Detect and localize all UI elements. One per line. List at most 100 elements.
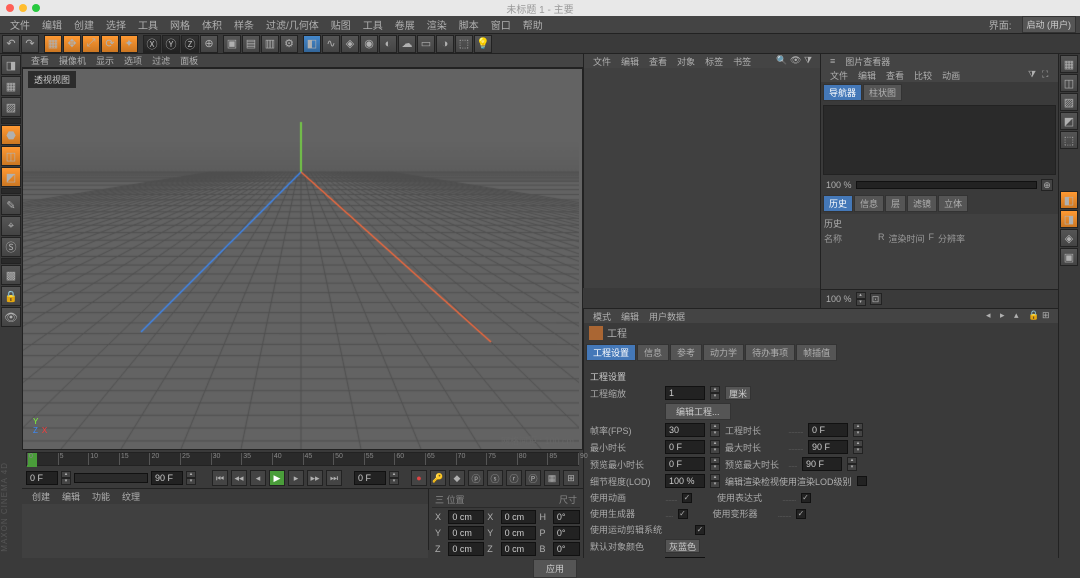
render-settings[interactable]: ⚙ xyxy=(280,35,298,53)
attr-tab-todo[interactable]: 待办事项 xyxy=(745,344,795,361)
menu-motiongraphics[interactable]: 卷展 xyxy=(389,17,421,32)
redo-button[interactable]: ↷ xyxy=(21,35,39,53)
use-expr-check[interactable]: ✓ xyxy=(801,493,811,503)
back-icon[interactable]: ◂ xyxy=(986,310,998,322)
pic-menu-compare[interactable]: 比较 xyxy=(909,69,937,82)
lock-icon[interactable]: 🔒 xyxy=(1028,310,1040,322)
menu-tools2[interactable]: 工具 xyxy=(357,17,389,32)
attr-menu-userdata[interactable]: 用户数据 xyxy=(644,310,690,323)
generator-tool[interactable]: ◉ xyxy=(360,35,378,53)
menu-render[interactable]: 渲染 xyxy=(421,17,453,32)
workplane-tool[interactable]: ▩ xyxy=(1,265,21,285)
scale-input[interactable] xyxy=(665,386,705,400)
powerslider-button[interactable]: ⊞ xyxy=(563,470,579,486)
obj-menu-file[interactable]: 文件 xyxy=(588,55,616,68)
object-manager-body[interactable] xyxy=(584,68,820,288)
poly-mode[interactable]: ◩ xyxy=(1,167,21,187)
pic-tab-history[interactable]: 历史 xyxy=(823,195,853,212)
rt-icon-1[interactable]: ▦ xyxy=(1060,55,1078,73)
obj-menu-tags[interactable]: 标签 xyxy=(700,55,728,68)
attr-tab-dynamics[interactable]: 动力学 xyxy=(703,344,744,361)
record-button[interactable]: ● xyxy=(411,470,427,486)
up-icon[interactable]: ▴ xyxy=(1014,310,1026,322)
menu-tools[interactable]: 工具 xyxy=(132,17,164,32)
view-menu-panel[interactable]: 面板 xyxy=(175,54,203,67)
prev-frame-button[interactable]: ◂ xyxy=(250,470,266,486)
search-icon[interactable]: 🔍 xyxy=(776,55,788,67)
min-time-input[interactable] xyxy=(665,440,705,454)
rt-icon-4[interactable]: ◩ xyxy=(1060,112,1078,130)
attr-tab-ref[interactable]: 参考 xyxy=(670,344,702,361)
pic-menu-file[interactable]: 文件 xyxy=(825,69,853,82)
pic-menu-anim[interactable]: 动画 xyxy=(937,69,965,82)
attr-tab-interp[interactable]: 帧插值 xyxy=(796,344,837,361)
material-manager-body[interactable] xyxy=(22,504,428,558)
prev-max-input[interactable] xyxy=(802,457,842,471)
scale-spinner[interactable]: ▴▾ xyxy=(710,386,720,400)
attr-tab-project[interactable]: 工程设置 xyxy=(586,344,636,361)
maximize-icon[interactable] xyxy=(32,4,40,12)
goto-end-button[interactable]: ⏭ xyxy=(326,470,342,486)
view-menu-cameras[interactable]: 摄像机 xyxy=(54,54,91,67)
max-time-input[interactable] xyxy=(808,440,848,454)
environment-tool[interactable]: ☁ xyxy=(398,35,416,53)
view-menu-view[interactable]: 查看 xyxy=(26,54,54,67)
rt-icon-6[interactable]: ◧ xyxy=(1060,191,1078,209)
pic-tab-navigator[interactable]: 导航器 xyxy=(823,84,862,101)
rt-icon-3[interactable]: ▨ xyxy=(1060,93,1078,111)
undo-button[interactable]: ↶ xyxy=(2,35,20,53)
pic-tab-filter[interactable]: 滤镜 xyxy=(907,195,937,212)
rt-icon-8[interactable]: ◈ xyxy=(1060,229,1078,247)
menu-select[interactable]: 选择 xyxy=(100,17,132,32)
menu-create[interactable]: 创建 xyxy=(68,17,100,32)
rt-icon-2[interactable]: ◫ xyxy=(1060,74,1078,92)
camera-tool[interactable]: ▭ xyxy=(417,35,435,53)
obj-color-select[interactable]: 灰蓝色 xyxy=(665,539,700,553)
start-frame[interactable]: 0 F xyxy=(26,471,58,485)
pos-x[interactable]: 0 cm xyxy=(448,510,484,524)
key-pos-toggle[interactable]: ⓟ xyxy=(468,470,484,486)
filter-icon[interactable]: ⧩ xyxy=(1028,69,1040,81)
pos-z[interactable]: 0 cm xyxy=(448,542,484,556)
menu-mesh[interactable]: 网格 xyxy=(164,17,196,32)
minimize-icon[interactable] xyxy=(19,4,27,12)
layout-select[interactable]: 启动 (用户) xyxy=(1022,16,1077,33)
deformer-tool[interactable]: ◐ xyxy=(379,35,397,53)
pic-zoom-slider[interactable] xyxy=(856,181,1037,189)
lock-icon[interactable]: 🔒 xyxy=(1,286,21,306)
next-key-button[interactable]: ▸▸ xyxy=(307,470,323,486)
perspective-viewport[interactable]: 透视视图 网格间距 : 100 cm Y Z X xyxy=(22,68,583,450)
pos-y[interactable]: 0 cm xyxy=(448,526,484,540)
key-pla-toggle[interactable]: ▦ xyxy=(544,470,560,486)
view-menu-display[interactable]: 显示 xyxy=(91,54,119,67)
visibility-icon[interactable]: 👁 xyxy=(1,307,21,327)
bulb-icon[interactable]: 💡 xyxy=(474,35,492,53)
attr-menu-edit[interactable]: 编辑 xyxy=(616,310,644,323)
play-button[interactable]: ▶ xyxy=(269,470,285,486)
key-rot-toggle[interactable]: ⓡ xyxy=(506,470,522,486)
size-y[interactable]: 0 cm xyxy=(501,526,537,540)
autokey-button[interactable]: 🔑 xyxy=(430,470,446,486)
forward-icon[interactable]: ▸ xyxy=(1000,310,1012,322)
pic-tab-stereo[interactable]: 立体 xyxy=(938,195,968,212)
pic-fit-icon[interactable]: ⊡ xyxy=(870,293,882,305)
timeline-ruler[interactable]: 051015202530354045505560657075808590 xyxy=(26,452,579,466)
eye-icon[interactable]: 👁 xyxy=(790,55,802,67)
tab-texture[interactable]: 纹理 xyxy=(116,490,146,503)
obj-menu-bookmarks[interactable]: 书签 xyxy=(728,55,756,68)
use-anim-check[interactable]: ✓ xyxy=(682,493,692,503)
prev-min-input[interactable] xyxy=(665,457,705,471)
pic-tab-histogram[interactable]: 柱状图 xyxy=(863,84,902,101)
rt-icon-5[interactable]: ⬚ xyxy=(1060,131,1078,149)
pic-zoom-spinner[interactable]: ▴▾ xyxy=(856,292,866,306)
pic-menu-view[interactable]: 查看 xyxy=(881,69,909,82)
tab-edit[interactable]: 编辑 xyxy=(56,490,86,503)
obj-menu-view[interactable]: 查看 xyxy=(644,55,672,68)
next-frame-button[interactable]: ▸ xyxy=(288,470,304,486)
rot-b[interactable]: 0° xyxy=(553,542,580,556)
snap-toggle[interactable]: ⌖ xyxy=(1,216,21,236)
select-tool[interactable]: ▦ xyxy=(44,35,62,53)
view-menu-filter[interactable]: 过滤 xyxy=(147,54,175,67)
size-z[interactable]: 0 cm xyxy=(501,542,537,556)
obj-menu-objects[interactable]: 对象 xyxy=(672,55,700,68)
